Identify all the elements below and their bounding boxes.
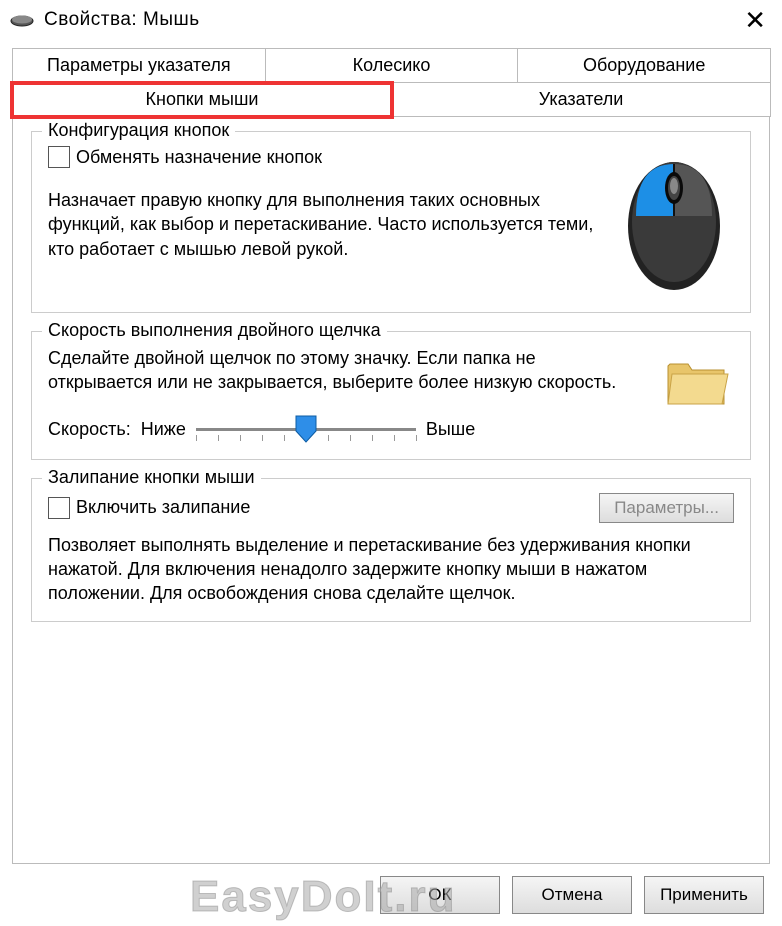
clicklock-params-button[interactable]: Параметры... — [599, 493, 734, 523]
tab-pointers[interactable]: Указатели — [391, 83, 771, 117]
dialog-button-row: EasyDoIt.ru ОК Отмена Применить — [0, 864, 782, 926]
group-clicklock-legend: Залипание кнопки мыши — [42, 467, 261, 488]
swap-buttons-description: Назначает правую кнопку для выполнения т… — [48, 188, 600, 261]
tab-strip: Параметры указателя Колесико Оборудовани… — [0, 40, 782, 117]
speed-prefix-label: Скорость: — [48, 419, 131, 440]
ok-button[interactable]: ОК — [380, 876, 500, 914]
tab-pointer-options[interactable]: Параметры указателя — [12, 48, 266, 83]
enable-clicklock-label: Включить залипание — [76, 497, 250, 518]
doubleclick-description: Сделайте двойной щелчок по этому значку.… — [48, 346, 638, 395]
swap-buttons-checkbox[interactable] — [48, 146, 70, 168]
group-doubleclick-legend: Скорость выполнения двойного щелчка — [42, 320, 387, 341]
mouse-sysicon — [10, 14, 34, 26]
mouse-preview-image — [614, 146, 734, 296]
titlebar: Свойства: Мышь ✕ — [0, 0, 782, 40]
tab-content: Конфигурация кнопок Обменять назначение … — [12, 117, 770, 864]
doubleclick-speed-slider[interactable] — [196, 417, 416, 443]
apply-button[interactable]: Применить — [644, 876, 764, 914]
enable-clicklock-checkbox[interactable] — [48, 497, 70, 519]
group-doubleclick-speed: Скорость выполнения двойного щелчка Сдел… — [31, 331, 751, 460]
doubleclick-test-folder-icon[interactable] — [662, 346, 734, 416]
window-title: Свойства: Мышь — [44, 9, 200, 31]
tab-wheel[interactable]: Колесико — [265, 48, 519, 83]
mouse-properties-window: Свойства: Мышь ✕ Параметры указателя Кол… — [0, 0, 782, 926]
group-button-config-legend: Конфигурация кнопок — [42, 120, 235, 141]
cancel-button[interactable]: Отмена — [512, 876, 632, 914]
swap-buttons-label: Обменять назначение кнопок — [76, 147, 322, 168]
group-clicklock: Залипание кнопки мыши Включить залипание… — [31, 478, 751, 623]
group-button-config: Конфигурация кнопок Обменять назначение … — [31, 131, 751, 313]
close-button[interactable]: ✕ — [738, 7, 772, 33]
tab-hardware[interactable]: Оборудование — [517, 48, 771, 83]
slider-thumb[interactable] — [295, 415, 317, 443]
clicklock-description: Позволяет выполнять выделение и перетаск… — [48, 533, 734, 606]
speed-low-label: Ниже — [141, 419, 186, 440]
tab-buttons[interactable]: Кнопки мыши — [12, 83, 392, 117]
speed-high-label: Выше — [426, 419, 475, 440]
